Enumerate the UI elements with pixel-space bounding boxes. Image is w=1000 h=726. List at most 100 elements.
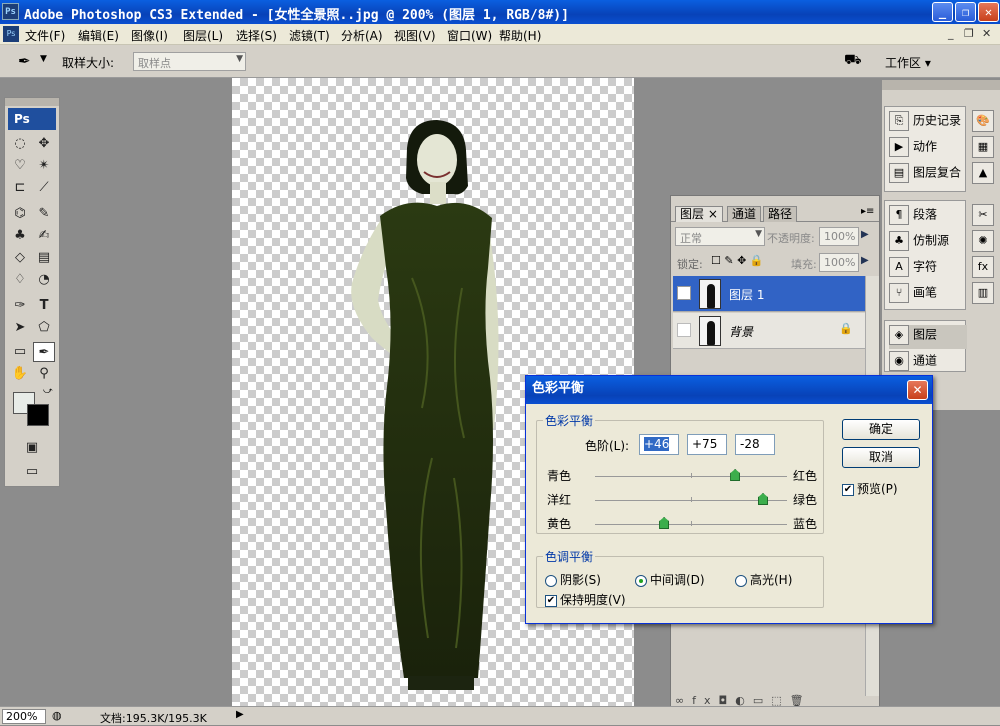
layer-row-1[interactable]: 👁 图层 1 (673, 276, 865, 312)
slider-knob[interactable] (730, 469, 741, 481)
dock-history[interactable]: ⎘ 历史记录 (889, 111, 961, 135)
tab-channels[interactable]: 通道 (727, 206, 762, 222)
eyedropper-tool-icon[interactable]: ✒ (33, 342, 55, 362)
preview-checkbox[interactable]: ✔ 预览(P) (842, 480, 898, 497)
fill-input[interactable]: 100% (819, 253, 859, 272)
close-button[interactable]: ✕ (978, 2, 999, 22)
level-magenta-green-input[interactable]: +75 (687, 434, 727, 455)
type-icon[interactable]: T (33, 296, 55, 316)
minimize-button[interactable]: _ (932, 2, 953, 22)
hand-icon[interactable]: ✋ (9, 364, 31, 384)
levels-label: 色阶(L): (585, 439, 630, 453)
status-menu-arrow-icon[interactable]: ▶ (236, 709, 244, 720)
status-icon[interactable]: ◍ (52, 709, 62, 722)
doc-close-button[interactable]: ✕ (982, 27, 991, 40)
zoom-field[interactable]: 200% (2, 709, 46, 724)
history-brush-icon[interactable]: ✍ (33, 226, 55, 246)
menu-view[interactable]: 视图(V) (394, 27, 436, 44)
eyedropper-icon[interactable]: ✒ (18, 52, 31, 70)
eye-icon[interactable]: 👁 (677, 286, 691, 300)
level-yellow-blue-input[interactable]: -28 (735, 434, 775, 455)
menu-select[interactable]: 选择(S) (236, 27, 277, 44)
slider-knob[interactable] (659, 517, 670, 529)
marquee-icon[interactable]: ◌ (9, 134, 31, 154)
opacity-arrow-icon[interactable]: ▶ (861, 229, 869, 240)
crop-icon[interactable]: ⊏ (9, 178, 31, 198)
menu-filter[interactable]: 滤镜(T) (289, 27, 330, 44)
tool-preset-dropdown-icon[interactable]: ▼ (40, 54, 47, 64)
dock-header[interactable] (882, 80, 1000, 90)
fill-arrow-icon[interactable]: ▶ (861, 255, 869, 266)
menu-layer[interactable]: 图层(L) (183, 27, 223, 44)
lock-icons[interactable]: ☐ ✎ ✥ 🔒 (711, 254, 763, 267)
ok-button[interactable]: 确定 (842, 419, 920, 440)
radio-shadows[interactable]: 阴影(S) (545, 571, 601, 588)
dock-brushes[interactable]: ⑂ 画笔 (889, 283, 937, 307)
preserve-luminosity-checkbox[interactable]: ✔ 保持明度(V) (545, 591, 626, 608)
dock-channels[interactable]: ◉ 通道 (889, 351, 937, 375)
adjust-icon[interactable]: ✺ (972, 230, 994, 252)
swatches-icon[interactable]: ▦ (972, 136, 994, 158)
eraser-icon[interactable]: ◇ (9, 248, 31, 268)
swap-colors-icon[interactable]: ⤻ (43, 386, 53, 396)
radio-highlights[interactable]: 高光(H) (735, 571, 792, 588)
navigator-icon[interactable]: 🎨 (972, 110, 994, 132)
dock-layers[interactable]: ◈ 图层 (889, 325, 967, 349)
doc-restore-button[interactable]: ❐ (964, 27, 974, 40)
gradient-icon[interactable]: ▤ (33, 248, 55, 268)
dock-layer-comps[interactable]: ▤ 图层复合 (889, 163, 961, 187)
zoom-icon[interactable]: ⚲ (33, 364, 55, 384)
bridge-icon[interactable]: ⛟ (844, 52, 862, 70)
lasso-icon[interactable]: ♡ (9, 156, 31, 176)
clone-stamp-icon[interactable]: ♣ (9, 226, 31, 246)
quick-mask-icon[interactable]: ▣ (21, 438, 43, 458)
styles-icon[interactable]: fx (972, 256, 994, 278)
blend-mode-select[interactable]: 正常 ▼ (675, 227, 765, 246)
opacity-input[interactable]: 100% (819, 227, 859, 246)
histogram-icon[interactable]: ▲ (972, 162, 994, 184)
maximize-button[interactable]: ❐ (955, 2, 976, 22)
slice-icon[interactable]: ⟋ (33, 178, 55, 198)
dock-character[interactable]: A 字符 (889, 257, 937, 281)
menu-edit[interactable]: 编辑(E) (78, 27, 119, 44)
workspace-button[interactable]: 工作区 ▾ (885, 54, 931, 71)
tools-icon[interactable]: ✂ (972, 204, 994, 226)
dock-actions[interactable]: ▶ 动作 (889, 137, 937, 161)
doc-minimize-button[interactable]: _ (948, 27, 954, 40)
level-cyan-red-input[interactable]: +46 (639, 434, 679, 455)
cancel-button[interactable]: 取消 (842, 447, 920, 468)
menu-help[interactable]: 帮助(H) (499, 27, 541, 44)
dialog-close-button[interactable]: ✕ (907, 380, 928, 400)
yellow-blue-slider[interactable] (595, 517, 787, 529)
cyan-red-slider[interactable] (595, 469, 787, 481)
brush-icon[interactable]: ✎ (33, 204, 55, 224)
menu-file[interactable]: 文件(F) (25, 27, 65, 44)
panel-menu-icon[interactable]: ▸≡ (861, 206, 874, 217)
move-icon[interactable]: ✥ (33, 134, 55, 154)
screen-mode-icon[interactable]: ▭ (21, 462, 43, 482)
slider-knob[interactable] (758, 493, 768, 505)
pen-icon[interactable]: ✑ (9, 296, 31, 316)
dodge-icon[interactable]: ◔ (33, 270, 55, 290)
dock-clone-source[interactable]: ♣ 仿制源 (889, 231, 949, 255)
tab-paths[interactable]: 路径 (763, 206, 798, 222)
visibility-toggle[interactable] (677, 323, 691, 337)
menu-image[interactable]: 图像(I) (131, 27, 168, 44)
layer-row-background[interactable]: 背景 🔒 (673, 313, 865, 349)
tab-layers[interactable]: 图层 × (675, 206, 723, 222)
blur-icon[interactable]: ♢ (9, 270, 31, 290)
info-icon[interactable]: ▥ (972, 282, 994, 304)
notes-icon[interactable]: ▭ (9, 342, 31, 362)
dock-paragraph[interactable]: ¶ 段落 (889, 205, 937, 229)
toolbox-header[interactable] (5, 98, 59, 106)
magenta-green-slider[interactable] (595, 493, 787, 505)
magic-wand-icon[interactable]: ✴ (33, 156, 55, 176)
shape-icon[interactable]: ⬠ (33, 318, 55, 338)
background-color-swatch[interactable] (27, 404, 49, 426)
radio-midtones[interactable]: 中间调(D) (635, 571, 705, 588)
path-selection-icon[interactable]: ➤ (9, 318, 31, 338)
sample-size-select[interactable]: 取样点 ▼ (133, 52, 246, 71)
menu-analysis[interactable]: 分析(A) (341, 27, 383, 44)
healing-brush-icon[interactable]: ⌬ (9, 204, 31, 224)
menu-window[interactable]: 窗口(W) (447, 27, 492, 44)
